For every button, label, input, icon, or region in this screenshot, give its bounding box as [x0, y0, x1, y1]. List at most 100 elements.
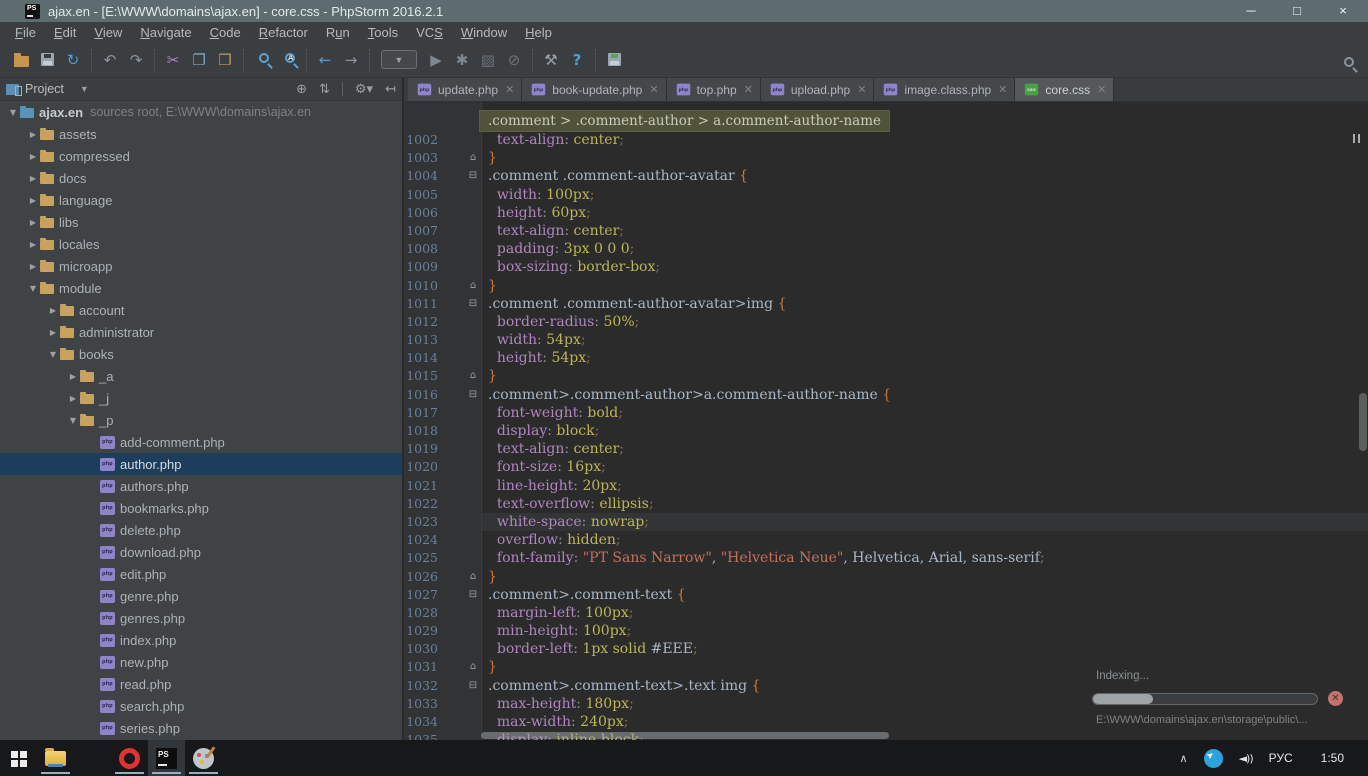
menu-run[interactable]: Run — [317, 25, 359, 40]
menu-view[interactable]: View — [85, 25, 131, 40]
fold-start-icon[interactable]: ⊟ — [466, 586, 480, 604]
tree-item-language[interactable]: ▶language — [0, 189, 402, 211]
menu-help[interactable]: Help — [516, 25, 561, 40]
search-everywhere-icon[interactable] — [1334, 51, 1360, 75]
save-all-icon[interactable] — [34, 48, 60, 72]
code-line-1019[interactable]: 1019 text-align: center; — [404, 440, 1368, 458]
tree-item-bookmarks-php[interactable]: phpbookmarks.php — [0, 497, 402, 519]
tree-item-module[interactable]: ▼module — [0, 277, 402, 299]
chevron-expanded-icon[interactable]: ▼ — [46, 350, 60, 359]
code-line-1002[interactable]: 1002 text-align: center; — [404, 131, 1368, 149]
chevron-collapsed-icon[interactable]: ▶ — [66, 394, 80, 403]
tree-item-locales[interactable]: ▶locales — [0, 233, 402, 255]
code-line-1029[interactable]: 1029 min-height: 100px; — [404, 622, 1368, 640]
code-line-1018[interactable]: 1018 display: block; — [404, 422, 1368, 440]
menu-window[interactable]: Window — [452, 25, 516, 40]
code-line-1006[interactable]: 1006 height: 60px; — [404, 204, 1368, 222]
code-line-1030[interactable]: 1030 border-left: 1px solid #EEE; — [404, 640, 1368, 658]
close-tab-icon[interactable]: ✕ — [505, 83, 514, 96]
tree-item-account[interactable]: ▶account — [0, 299, 402, 321]
fold-end-icon[interactable]: ⌂ — [466, 149, 480, 167]
taskbar-phpstorm-icon[interactable]: PS — [148, 740, 185, 776]
vertical-scrollbar[interactable] — [1359, 393, 1367, 451]
tree-item-new-php[interactable]: phpnew.php — [0, 651, 402, 673]
forward-icon[interactable]: → — [338, 48, 364, 72]
code-line-1017[interactable]: 1017 font-weight: bold; — [404, 404, 1368, 422]
tree-item-author-php[interactable]: phpauthor.php — [0, 453, 402, 475]
tree-item--p[interactable]: ▼_p — [0, 409, 402, 431]
close-tab-icon[interactable]: ✕ — [998, 83, 1007, 96]
code-line-1015[interactable]: 1015⌂} — [404, 367, 1368, 385]
tray-chevron-up-icon[interactable]: ∧ — [1180, 752, 1188, 765]
code-line-1005[interactable]: 1005 width: 100px; — [404, 186, 1368, 204]
close-tab-icon[interactable]: ✕ — [649, 83, 658, 96]
code-line-1003[interactable]: 1003⌂} — [404, 149, 1368, 167]
cancel-indexing-button[interactable]: ✕ — [1328, 691, 1343, 706]
debug-icon[interactable]: ✱ — [449, 48, 475, 72]
menu-navigate[interactable]: Navigate — [131, 25, 200, 40]
close-tab-icon[interactable]: ✕ — [744, 83, 753, 96]
code-line-1024[interactable]: 1024 overflow: hidden; — [404, 531, 1368, 549]
chevron-collapsed-icon[interactable]: ▶ — [26, 130, 40, 139]
chevron-collapsed-icon[interactable]: ▶ — [26, 218, 40, 227]
tree-item-genres-php[interactable]: phpgenres.php — [0, 607, 402, 629]
chevron-expanded-icon[interactable]: ▼ — [66, 416, 80, 425]
menu-refactor[interactable]: Refactor — [250, 25, 317, 40]
find-icon[interactable] — [249, 48, 275, 72]
taskbar-paint-icon[interactable] — [185, 740, 222, 776]
scroll-from-source-icon[interactable]: ⇅ — [319, 82, 330, 97]
back-icon[interactable]: ← — [312, 48, 338, 72]
tab-upload-php[interactable]: phpupload.php✕ — [761, 78, 875, 101]
tree-item-docs[interactable]: ▶docs — [0, 167, 402, 189]
fold-start-icon[interactable]: ⊟ — [466, 167, 480, 185]
taskbar-explorer-icon[interactable] — [37, 740, 74, 776]
taskbar-start-icon[interactable] — [0, 740, 37, 776]
code-line-1008[interactable]: 1008 padding: 3px 0 0 0; — [404, 240, 1368, 258]
tree-item-assets[interactable]: ▶assets — [0, 123, 402, 145]
chevron-expanded-icon[interactable]: ▼ — [6, 108, 20, 117]
taskbar-opera-icon[interactable] — [111, 740, 148, 776]
tree-item-edit-php[interactable]: phpedit.php — [0, 563, 402, 585]
export-settings-icon[interactable] — [601, 48, 627, 72]
tree-item-genre-php[interactable]: phpgenre.php — [0, 585, 402, 607]
tree-item-search-php[interactable]: phpsearch.php — [0, 695, 402, 717]
copy-icon[interactable]: ❐ — [186, 48, 212, 72]
chevron-down-icon[interactable]: ▼ — [80, 84, 89, 94]
code-line-1013[interactable]: 1013 width: 54px; — [404, 331, 1368, 349]
fold-start-icon[interactable]: ⊟ — [466, 386, 480, 404]
code-line-1007[interactable]: 1007 text-align: center; — [404, 222, 1368, 240]
code-line-1027[interactable]: 1027⊟.comment>.comment-text { — [404, 586, 1368, 604]
tab-update-php[interactable]: phpupdate.php✕ — [408, 78, 522, 101]
tree-item-series-php[interactable]: phpseries.php — [0, 717, 402, 739]
code-line-1011[interactable]: 1011⊟.comment .comment-author-avatar>img… — [404, 295, 1368, 313]
fold-start-icon[interactable]: ⊟ — [466, 295, 480, 313]
taskbar-media-player-icon[interactable] — [74, 740, 111, 776]
code-line-1004[interactable]: 1004⊟.comment .comment-author-avatar { — [404, 167, 1368, 185]
close-tab-icon[interactable]: ✕ — [857, 83, 866, 96]
synchronize-icon[interactable]: ↻ — [60, 48, 86, 72]
paste-icon[interactable]: ❒ — [212, 48, 238, 72]
run-configurations-dropdown[interactable]: ▼ — [381, 50, 417, 69]
project-panel-title[interactable]: Project — [25, 82, 64, 96]
tree-item-books[interactable]: ▼books — [0, 343, 402, 365]
clock[interactable]: 1:50 — [1321, 751, 1344, 765]
code-line-1023[interactable]: 1023 white-space: nowrap; — [404, 513, 1368, 531]
hide-panel-icon[interactable]: ↤ — [385, 82, 396, 97]
minimize-button[interactable]: ─ — [1228, 0, 1274, 22]
code-line-1022[interactable]: 1022 text-overflow: ellipsis; — [404, 495, 1368, 513]
menu-vcs[interactable]: VCS — [407, 25, 452, 40]
profile-icon[interactable]: ⊘ — [501, 48, 527, 72]
language-indicator[interactable]: РУС — [1269, 751, 1293, 765]
open-file-icon[interactable] — [8, 48, 34, 72]
tree-item-authors-php[interactable]: phpauthors.php — [0, 475, 402, 497]
fold-end-icon[interactable]: ⌂ — [466, 568, 480, 586]
chevron-collapsed-icon[interactable]: ▶ — [46, 328, 60, 337]
telegram-tray-icon[interactable] — [1204, 749, 1223, 768]
chevron-collapsed-icon[interactable]: ▶ — [26, 152, 40, 161]
close-button[interactable]: × — [1320, 0, 1366, 22]
tree-item-delete-php[interactable]: phpdelete.php — [0, 519, 402, 541]
code-line-1010[interactable]: 1010⌂} — [404, 277, 1368, 295]
tree-item-ajax-en[interactable]: ▼ajax.ensources root, E:\WWW\domains\aja… — [0, 101, 402, 123]
tree-item-index-php[interactable]: phpindex.php — [0, 629, 402, 651]
tree-item-compressed[interactable]: ▶compressed — [0, 145, 402, 167]
